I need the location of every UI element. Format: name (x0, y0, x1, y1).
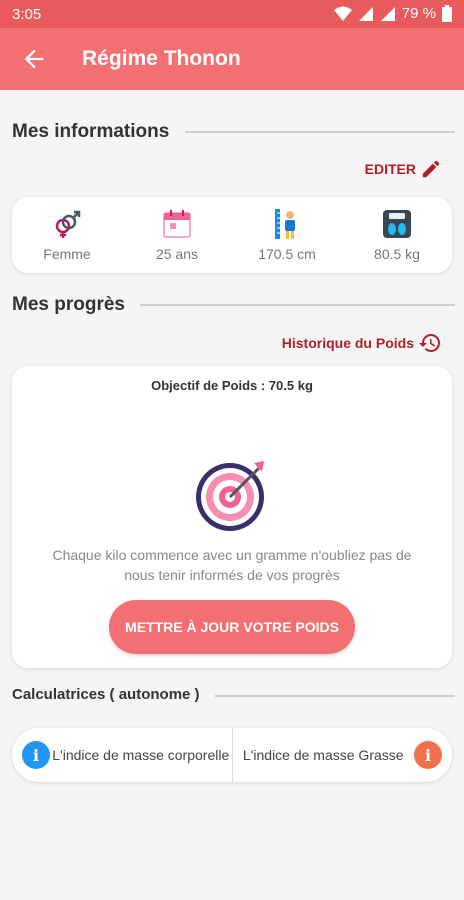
section-divider-2 (140, 304, 455, 306)
age-label: 25 ans (155, 246, 199, 262)
info-icon-2: i (414, 741, 442, 769)
section-divider (185, 131, 455, 133)
info-section-title: Mes informations (12, 121, 180, 143)
info-card: Femme 25 ans 170.5 cm 80.5 kg (12, 197, 452, 273)
motivation-text: Chaque kilo commence avec un gramme n'ou… (52, 547, 412, 583)
battery-percent: 79 % (401, 5, 436, 22)
weight-goal: Objectif de Poids : 70.5 kg (151, 378, 313, 393)
info-icon: i (22, 741, 50, 769)
body-fat-calculator-button[interactable]: L'indice de masse Grasse i (231, 728, 453, 782)
battery-icon (442, 5, 452, 22)
calendar-icon (163, 210, 191, 238)
status-indicators: 79 % (333, 5, 452, 22)
status-time: 3:05 (12, 6, 42, 23)
section-divider-3 (215, 695, 455, 697)
wifi-icon (333, 6, 352, 21)
height-label: 170.5 cm (258, 246, 316, 262)
pencil-icon (422, 160, 440, 178)
info-item-age: 25 ans (122, 197, 232, 273)
gender-label: Femme (43, 246, 91, 262)
body-fat-label: L'indice de masse Grasse (242, 746, 404, 763)
height-icon (275, 209, 295, 239)
info-item-weight: 80.5 kg (342, 197, 452, 273)
status-bar: 3:05 79 % (0, 0, 464, 28)
edit-label: EDITER (364, 161, 416, 177)
calculators-title: Calculatrices ( autonome ) (12, 686, 210, 703)
signal-icon-2 (380, 6, 395, 21)
history-icon (419, 334, 440, 352)
info-item-gender: Femme (12, 197, 122, 273)
page-title: Régime Thonon (82, 47, 241, 70)
bmi-label: L'indice de masse corporelle (52, 746, 230, 763)
weight-history-link[interactable]: Historique du Poids (282, 331, 442, 355)
bmi-calculator-button[interactable]: i L'indice de masse corporelle (12, 728, 232, 782)
app-bar: Régime Thonon (0, 28, 464, 90)
calculators-card: i L'indice de masse corporelle L'indice … (12, 728, 452, 782)
progress-section-title: Mes progrès (12, 294, 135, 316)
history-label: Historique du Poids (281, 335, 414, 351)
edit-button[interactable]: EDITER (365, 158, 442, 180)
scale-icon (383, 210, 411, 238)
update-weight-button[interactable]: METTRE À JOUR VOTRE POIDS (109, 600, 355, 654)
weight-label: 80.5 kg (374, 246, 420, 262)
target-icon (196, 461, 264, 531)
signal-icon (358, 6, 373, 21)
back-arrow-icon[interactable] (20, 45, 48, 73)
info-item-height: 170.5 cm (232, 197, 342, 273)
gender-icon (55, 210, 81, 238)
